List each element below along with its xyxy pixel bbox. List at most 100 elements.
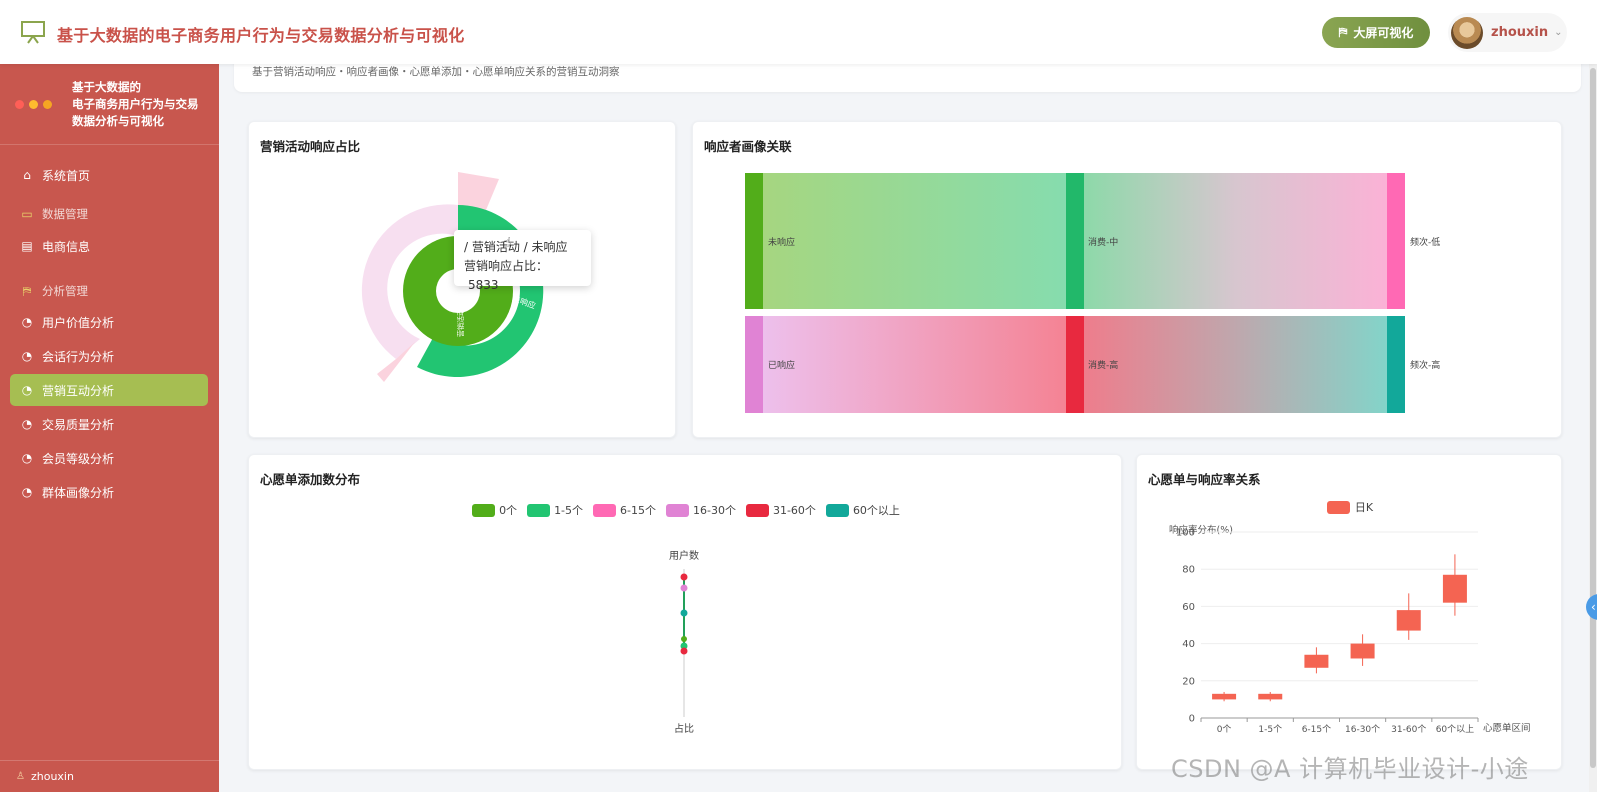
sidebar-item-member[interactable]: ◔ 会员等级分析 bbox=[10, 442, 208, 474]
sankey-label-spend-mid: 消费-中 bbox=[1088, 236, 1118, 248]
sidebar-item-label: 用户价值分析 bbox=[42, 315, 115, 330]
responder-persona-card: 响应者画像关联 未响应 已响应 消费-中 消费-高 频次-低 频次-高 bbox=[692, 121, 1562, 438]
sankey-link-1 bbox=[763, 173, 1066, 309]
candle-body bbox=[1396, 610, 1421, 631]
wishlist-radial-chart[interactable]: 用户数 占比 bbox=[249, 455, 1123, 771]
sidebar-item-home[interactable]: ⌂ 系统首页 bbox=[10, 159, 208, 191]
sidebar-item-ecommerce[interactable]: ▤ 电商信息 bbox=[10, 230, 208, 262]
y-tick-label: 20 bbox=[1182, 676, 1195, 687]
folder-icon: ▭ bbox=[21, 207, 33, 221]
x-tick-label: 60个以上 bbox=[1436, 724, 1474, 735]
sankey-node-spend-high bbox=[1066, 316, 1084, 413]
sunburst-label-campaign: 营销活动 bbox=[456, 309, 465, 337]
sidebar-item-session[interactable]: ◔ 会话行为分析 bbox=[10, 340, 208, 372]
pie-icon: ◔ bbox=[21, 451, 33, 465]
pie-icon: ◔ bbox=[21, 315, 33, 329]
chevron-down-icon: ⌄ bbox=[1554, 27, 1563, 38]
axis-bottom-label: 占比 bbox=[674, 722, 694, 735]
candle-body bbox=[1258, 693, 1283, 700]
sidebar: 基于大数据的 电子商务用户行为与交易 数据分析与可视化 ⌂ 系统首页 ▭ 数据管理 … bbox=[0, 64, 219, 792]
sidebar-item-label: 会员等级分析 bbox=[42, 451, 115, 466]
candle-body bbox=[1442, 574, 1467, 603]
user-name: zhouxin bbox=[1491, 25, 1549, 40]
sankey-label-spend-high: 消费-高 bbox=[1088, 359, 1118, 371]
sidebar-item-label: 营销互动分析 bbox=[42, 383, 115, 398]
pie-icon: ◔ bbox=[21, 417, 33, 431]
x-tick-label: 16-30个 bbox=[1345, 724, 1380, 735]
sankey-link-3 bbox=[763, 316, 1066, 413]
pie-icon: ◔ bbox=[21, 349, 33, 363]
sidebar-item-label: 会话行为分析 bbox=[42, 349, 115, 364]
sankey-label-unresponded: 未响应 bbox=[768, 236, 795, 248]
y-tick-label: 0 bbox=[1189, 714, 1195, 725]
app-title: 基于大数据的电子商务用户行为与交易数据分析与可视化 bbox=[57, 26, 465, 45]
tooltip-path: / 营销活动 / 未响应 bbox=[464, 240, 568, 254]
data-point bbox=[680, 573, 688, 581]
y-tick-label: 40 bbox=[1182, 639, 1195, 650]
x-tick-label: 1-5个 bbox=[1258, 724, 1282, 735]
candlestick-chart[interactable]: 响应率分布(%) 心愿单区间 0204060801000个 1-5个 6-15个 16… bbox=[1137, 455, 1563, 771]
sidebar-item-transaction[interactable]: ◔ 交易质量分析 bbox=[10, 408, 208, 440]
divider bbox=[0, 144, 219, 145]
sankey-label-responded: 已响应 bbox=[768, 359, 795, 371]
watermark: CSDN @A 计算机毕业设计-小途 bbox=[1171, 755, 1529, 783]
top-header: 基于大数据的电子商务用户行为与交易数据分析与可视化 ⛿ 大屏可视化 zhouxi… bbox=[0, 0, 1597, 64]
sidebar-item-label: 群体画像分析 bbox=[42, 485, 115, 500]
sankey-node-responded bbox=[745, 316, 763, 413]
user-icon: ♙ bbox=[16, 771, 25, 782]
data-point bbox=[680, 609, 688, 617]
sankey-label-freq-low: 频次-低 bbox=[1410, 236, 1440, 248]
sidebar-item-persona[interactable]: ◔ 群体画像分析 bbox=[10, 476, 208, 508]
footer-user-name: zhouxin bbox=[30, 770, 74, 783]
candle-body bbox=[1304, 654, 1329, 668]
bigscreen-button[interactable]: ⛿ 大屏可视化 bbox=[1322, 17, 1430, 48]
y-tick-label: 80 bbox=[1182, 565, 1195, 576]
sidebar-footer: ♙ zhouxin bbox=[0, 760, 219, 792]
home-icon: ⌂ bbox=[23, 168, 31, 182]
wishlist-distribution-card: 心愿单添加数分布 0个 1-5个 6-15个 16-30个 31-60个 60个以上 用户… bbox=[248, 454, 1122, 770]
sidebar-item-label: 系统首页 bbox=[42, 168, 91, 183]
chevron-left-icon[interactable]: ‹ bbox=[1586, 594, 1597, 620]
sidebar-group-analysis[interactable]: ⛿ 分析管理 bbox=[10, 275, 208, 307]
user-menu[interactable]: zhouxin ⌄ bbox=[1448, 13, 1567, 52]
axis-top-label: 用户数 bbox=[669, 549, 699, 562]
marketing-response-card: 营销活动响应占比 未响应 营销活动 / 营销活动 / 未响应 营销响应占比：58… bbox=[248, 121, 676, 438]
pie-icon: ◔ bbox=[21, 383, 33, 397]
data-point bbox=[680, 647, 688, 655]
sankey-node-freq-high bbox=[1387, 316, 1405, 413]
bigscreen-label: 大屏可视化 bbox=[1353, 26, 1414, 40]
sankey-link-2 bbox=[1084, 173, 1387, 309]
window-dots bbox=[15, 100, 52, 109]
chart-icon: ⛿ bbox=[22, 283, 32, 298]
x-tick-label: 0个 bbox=[1217, 724, 1232, 735]
page-description: 基于营销活动响应・响应者画像・心愿单添加・心愿单响应关系的营销互动洞察 bbox=[252, 66, 620, 78]
sankey-node-spend-mid bbox=[1066, 173, 1084, 309]
x-axis-title: 心愿单区间 bbox=[1483, 722, 1531, 734]
sidebar-item-label: 数据管理 bbox=[42, 207, 88, 221]
document-icon: ▤ bbox=[21, 239, 33, 253]
hand-cursor-icon: ☝ bbox=[503, 235, 512, 251]
sidebar-item-marketing[interactable]: ◔ 营销互动分析 bbox=[10, 374, 208, 406]
sidebar-item-user-value[interactable]: ◔ 用户价值分析 bbox=[10, 306, 208, 338]
sankey-node-freq-low bbox=[1387, 173, 1405, 309]
data-point bbox=[680, 584, 688, 592]
y-tick-label: 60 bbox=[1182, 602, 1195, 613]
candle-body bbox=[1350, 643, 1375, 659]
tooltip-value: 5833 bbox=[468, 278, 499, 292]
sunburst-top-pink-tip bbox=[458, 172, 499, 210]
sidebar-item-label: 分析管理 bbox=[42, 284, 88, 298]
x-tick-label: 6-15个 bbox=[1302, 724, 1331, 735]
tooltip-label: 营销响应占比 bbox=[464, 259, 537, 273]
sankey-node-unresponded bbox=[745, 173, 763, 309]
chart-tooltip: / 营销活动 / 未响应 营销响应占比：5833 bbox=[454, 230, 591, 292]
pie-icon: ◔ bbox=[21, 485, 33, 499]
scrollbar-thumb[interactable] bbox=[1590, 68, 1596, 768]
presentation-icon bbox=[21, 21, 45, 44]
sidebar-group-data[interactable]: ▭ 数据管理 bbox=[10, 198, 208, 230]
sidebar-item-label: 电商信息 bbox=[42, 239, 91, 254]
presentation-icon: ⛿ bbox=[1338, 25, 1348, 39]
y-tick-label: 100 bbox=[1176, 528, 1195, 539]
sankey-chart[interactable]: 未响应 已响应 消费-中 消费-高 频次-低 频次-高 bbox=[693, 122, 1563, 439]
candle-body bbox=[1212, 693, 1237, 700]
data-point bbox=[681, 636, 687, 642]
